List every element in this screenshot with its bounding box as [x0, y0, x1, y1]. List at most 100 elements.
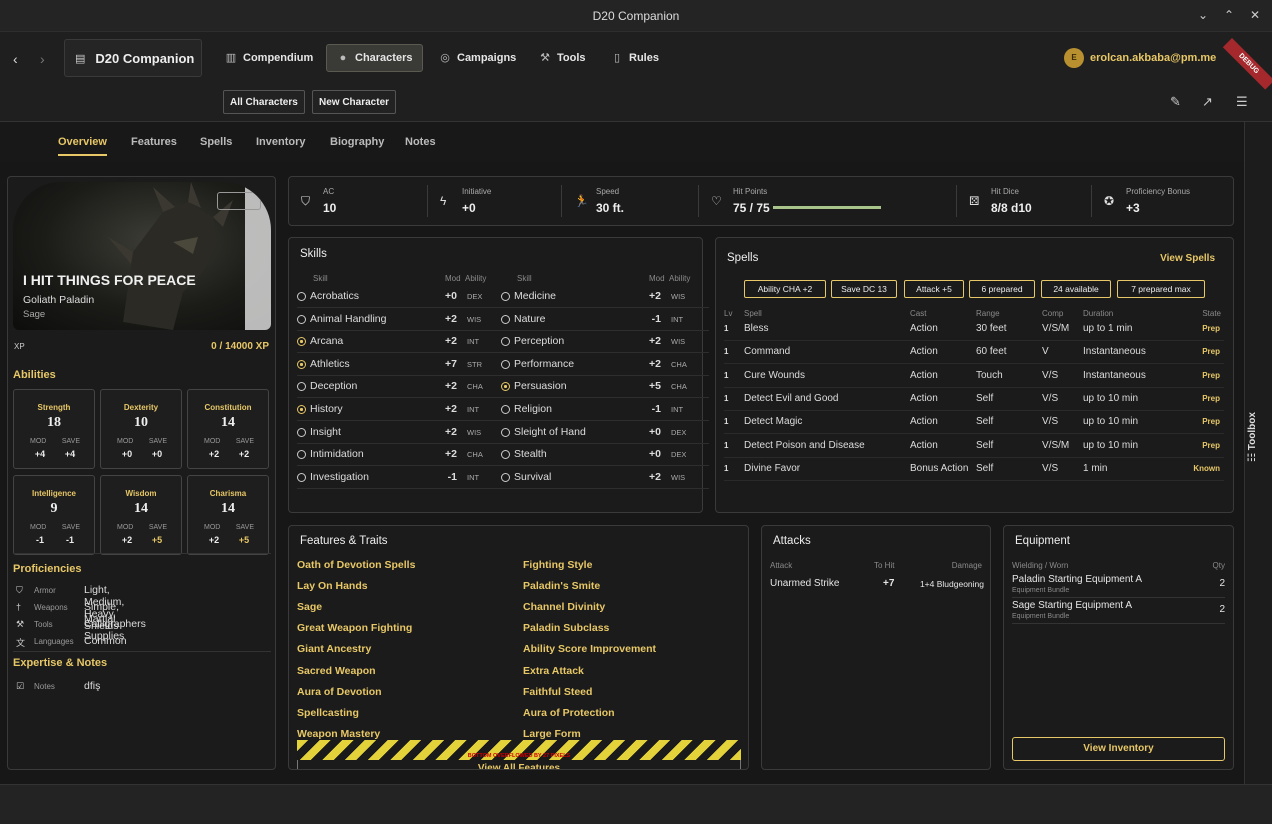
feature-item[interactable]: Ability Score Improvement	[523, 643, 656, 655]
tab-spells[interactable]: Spells	[200, 136, 232, 148]
proficiency-toggle-icon[interactable]	[501, 359, 510, 369]
character-portrait[interactable]: I HIT THINGS FOR PEACE Goliath Paladin S…	[13, 182, 271, 330]
proficiency-toggle-icon[interactable]	[501, 450, 510, 460]
ability-card-charisma[interactable]: Charisma 14 MOD SAVE +2 +5	[187, 475, 269, 555]
proficiency-toggle-icon[interactable]	[501, 405, 510, 414]
tab-notes[interactable]: Notes	[405, 136, 436, 148]
skill-row-survival[interactable]: Survival +2 WIS	[501, 468, 709, 490]
feature-item[interactable]: Faithful Steed	[523, 686, 592, 698]
skill-row-religion[interactable]: Religion -1 INT	[501, 400, 709, 422]
proficiency-toggle-icon[interactable]	[501, 472, 510, 482]
proficiency-toggle-icon[interactable]	[501, 382, 510, 392]
proficiency-toggle-icon[interactable]	[297, 382, 306, 392]
attack-row[interactable]: Unarmed Strike +7 1+4 Bludgeoning	[770, 576, 984, 594]
spell-row[interactable]: 1 Bless Action 30 feet V/S/M up to 1 min Prep	[724, 318, 1224, 341]
nav-compendium[interactable]: ▥ Compendium	[214, 44, 324, 72]
edit-icon[interactable]: ✎	[1170, 94, 1181, 110]
proficiency-toggle-icon[interactable]	[501, 292, 510, 301]
view-all-features-button[interactable]: View All Features	[297, 760, 741, 769]
minimize-icon[interactable]: ⌄	[1196, 8, 1210, 22]
portrait-edit-button[interactable]	[217, 192, 261, 210]
feature-item[interactable]: Large Form	[523, 728, 581, 740]
proficiency-toggle-icon[interactable]	[297, 337, 306, 347]
proficiency-toggle-icon[interactable]	[297, 405, 306, 414]
ability-card-strength[interactable]: Strength 18 MOD SAVE +4 +4	[13, 389, 95, 469]
all-characters-button[interactable]: All Characters	[223, 90, 305, 114]
proficiency-toggle-icon[interactable]	[501, 337, 510, 347]
nav-characters[interactable]: ● Characters	[326, 44, 424, 72]
skill-row-intimidation[interactable]: Intimidation +2 CHA	[297, 445, 505, 467]
skill-row-history[interactable]: History +2 INT	[297, 400, 505, 422]
proficiency-toggle-icon[interactable]	[501, 427, 510, 437]
tab-biography[interactable]: Biography	[330, 136, 384, 148]
proficiency-toggle-icon[interactable]	[501, 314, 510, 324]
nav-campaigns[interactable]: ◎ Campaigns	[428, 44, 527, 72]
proficiency-toggle-icon[interactable]	[297, 472, 306, 482]
maximize-icon[interactable]: ⌃	[1222, 8, 1236, 22]
feature-item[interactable]: Aura of Protection	[523, 707, 615, 719]
nav-rules[interactable]: ▯ Rules	[600, 44, 670, 72]
skill-row-arcana[interactable]: Arcana +2 INT	[297, 332, 505, 354]
new-character-button[interactable]: New Character	[312, 90, 397, 114]
skill-row-animal-handling[interactable]: Animal Handling +2 WIS	[297, 310, 505, 332]
skill-row-medicine[interactable]: Medicine +2 WIS	[501, 287, 709, 309]
spell-row[interactable]: 1 Cure Wounds Action Touch V/S Instantaneous P…	[724, 365, 1224, 388]
equipment-row[interactable]: Sage Starting Equipment A Equipment Bundl…	[1012, 599, 1225, 624]
spell-row[interactable]: 1 Detect Magic Action Self V/S up to 10 min Pr…	[724, 411, 1224, 435]
feature-item[interactable]: Channel Divinity	[523, 601, 605, 613]
proficiency-toggle-icon[interactable]	[297, 292, 306, 301]
skill-row-investigation[interactable]: Investigation -1 INT	[297, 468, 505, 490]
skill-row-persuasion[interactable]: Persuasion +5 CHA	[501, 377, 709, 399]
brand-button[interactable]: ▤ D20 Companion	[64, 39, 202, 77]
tab-overview[interactable]: Overview	[58, 136, 107, 156]
feature-item[interactable]: Extra Attack	[523, 665, 584, 677]
feature-item[interactable]: Aura of Devotion	[297, 686, 382, 698]
feature-item[interactable]: Paladin Subclass	[523, 622, 609, 634]
feature-item[interactable]: Lay On Hands	[297, 580, 368, 592]
tab-inventory[interactable]: Inventory	[256, 136, 306, 148]
ability-card-dexterity[interactable]: Dexterity 10 MOD SAVE +0 +0	[100, 389, 182, 469]
proficiency-toggle-icon[interactable]	[297, 427, 306, 437]
spell-row[interactable]: 1 Command Action 60 feet V Instantaneous Prep	[724, 341, 1224, 365]
close-icon[interactable]: ✕	[1248, 8, 1262, 22]
skill-row-performance[interactable]: Performance +2 CHA	[501, 355, 709, 377]
skill-row-sleight-of-hand[interactable]: Sleight of Hand +0 DEX	[501, 423, 709, 445]
feature-item[interactable]: Sage	[297, 601, 322, 613]
skill-row-stealth[interactable]: Stealth +0 DEX	[501, 445, 709, 467]
proficiency-toggle-icon[interactable]	[297, 450, 306, 460]
equipment-row[interactable]: Paladin Starting Equipment A Equipment Bu…	[1012, 573, 1225, 598]
toolbox-sidebar[interactable]: ☷ Toolbox	[1244, 122, 1272, 784]
back-arrow-icon[interactable]: ‹	[13, 51, 18, 67]
trending-up-icon[interactable]: ↗	[1202, 94, 1213, 110]
skill-row-deception[interactable]: Deception +2 CHA	[297, 377, 505, 399]
feature-item[interactable]: Great Weapon Fighting	[297, 622, 412, 634]
view-inventory-button[interactable]: View Inventory	[1012, 737, 1225, 761]
spell-row[interactable]: 1 Divine Favor Bonus Action Self V/S 1 min Kno…	[724, 458, 1224, 481]
spell-row[interactable]: 1 Detect Evil and Good Action Self V/S up to …	[724, 388, 1224, 411]
feature-item[interactable]: Paladin's Smite	[523, 580, 600, 592]
user-email[interactable]: erolcan.akbaba@pm.me	[1090, 52, 1216, 64]
proficiency-toggle-icon[interactable]	[297, 314, 306, 324]
skill-row-acrobatics[interactable]: Acrobatics +0 DEX	[297, 287, 505, 309]
view-spells-link[interactable]: View Spells	[1160, 253, 1215, 264]
ability-card-wisdom[interactable]: Wisdom 14 MOD SAVE +2 +5	[100, 475, 182, 555]
checklist-icon[interactable]: ☰	[1236, 94, 1248, 110]
feature-item[interactable]: Oath of Devotion Spells	[297, 559, 415, 571]
spell-row[interactable]: 1 Detect Poison and Disease Action Self V/S/…	[724, 435, 1224, 458]
avatar[interactable]: E	[1064, 48, 1084, 68]
skill-row-athletics[interactable]: Athletics +7 STR	[297, 355, 505, 377]
feature-item[interactable]: Giant Ancestry	[297, 643, 371, 655]
feature-item[interactable]: Weapon Mastery	[297, 728, 380, 740]
ability-card-constitution[interactable]: Constitution 14 MOD SAVE +2 +2	[187, 389, 269, 469]
skill-row-nature[interactable]: Nature -1 INT	[501, 310, 709, 332]
nav-tools[interactable]: ⚒ Tools	[528, 44, 597, 72]
ability-card-intelligence[interactable]: Intelligence 9 MOD SAVE -1 -1	[13, 475, 95, 555]
skill-row-insight[interactable]: Insight +2 WIS	[297, 423, 505, 445]
forward-arrow-icon[interactable]: ›	[40, 51, 45, 67]
feature-item[interactable]: Sacred Weapon	[297, 665, 376, 677]
tab-features[interactable]: Features	[131, 136, 177, 148]
feature-item[interactable]: Spellcasting	[297, 707, 359, 719]
feature-item[interactable]: Fighting Style	[523, 559, 592, 571]
skill-row-perception[interactable]: Perception +2 WIS	[501, 332, 709, 354]
proficiency-toggle-icon[interactable]	[297, 359, 306, 369]
